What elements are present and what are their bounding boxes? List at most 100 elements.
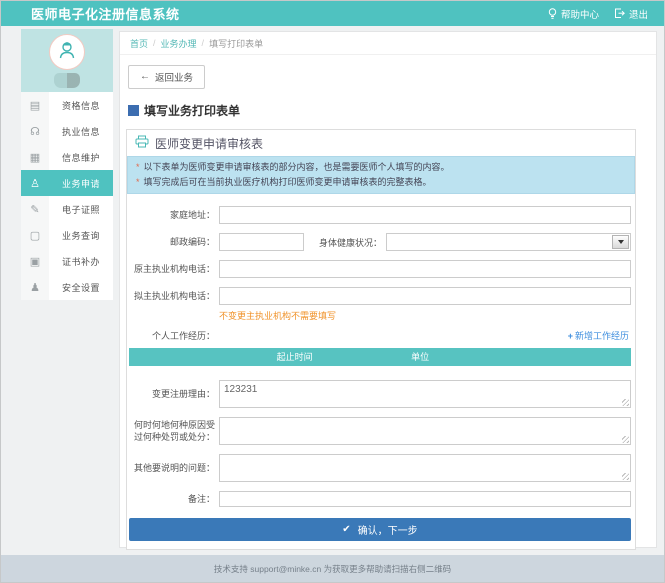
notice-line: * 填写完成后可在当前执业医疗机构打印医师变更申请审核表的完整表格。 bbox=[136, 175, 626, 190]
asterisk-icon: * bbox=[136, 175, 140, 190]
document-icon: ▤ bbox=[21, 92, 49, 118]
change-reason-label: 变更注册理由： bbox=[127, 388, 215, 400]
sidebar-item-security-settings[interactable]: ♟ 安全设置 bbox=[21, 274, 113, 300]
logout-button[interactable]: 退出 bbox=[614, 7, 648, 21]
headset-icon: ☊ bbox=[21, 118, 49, 144]
sidebar-item-business-application[interactable]: ♙ 业务申请 bbox=[21, 170, 113, 196]
clipboard-icon: ▣ bbox=[21, 248, 49, 274]
page-footer: 技术支持 support@minke.cn 为获取更多帮助请扫描右侧二维码 bbox=[1, 555, 664, 582]
column-header-period: 起止时间 bbox=[277, 348, 313, 366]
home-address-label: 家庭地址： bbox=[127, 209, 215, 221]
work-history-table-header: 起止时间 单位 bbox=[129, 348, 631, 366]
help-center-label: 帮助中心 bbox=[561, 7, 599, 21]
breadcrumb-separator: / bbox=[202, 38, 205, 48]
form-title: 医师变更申请审核表 bbox=[155, 135, 263, 152]
sidebar-item-qualification-info[interactable]: ▤ 资格信息 bbox=[21, 92, 113, 118]
doctor-avatar-icon bbox=[56, 39, 78, 66]
punishment-label: 何时何地何种原因受过何种处罚或处分： bbox=[127, 419, 215, 443]
breadcrumb-current: 填写打印表单 bbox=[209, 37, 263, 50]
main-content: 首页 / 业务办理 / 填写打印表单 ← 返回业务 填写业务打印表单 医师变更申… bbox=[119, 31, 657, 548]
dropdown-arrow-icon bbox=[612, 235, 629, 249]
breadcrumb: 首页 / 业务办理 / 填写打印表单 bbox=[120, 32, 656, 55]
change-reason-row: 变更注册理由： 123231 bbox=[127, 380, 631, 408]
sidebar-menu: ▤ 资格信息 ☊ 执业信息 ▦ 信息维护 ♙ 业务申请 ✎ 电子证照 ▢ 业务查… bbox=[21, 92, 113, 300]
form-body: 家庭地址： 邮政编码： 身体健康状况： 原主执业机构电话： 拟主执业机 bbox=[127, 194, 635, 541]
printer-icon bbox=[135, 135, 149, 151]
remark-row: 备注： bbox=[127, 491, 631, 507]
avatar-block bbox=[21, 29, 113, 92]
sidebar-item-label: 执业信息 bbox=[49, 118, 113, 144]
logout-icon bbox=[614, 8, 625, 19]
sidebar-item-e-certificate[interactable]: ✎ 电子证照 bbox=[21, 196, 113, 222]
new-org-phone-row: 拟主执业机构电话： bbox=[127, 287, 631, 305]
column-header-unit: 单位 bbox=[411, 348, 429, 366]
notice-text: 以下表单为医师变更申请审核表的部分内容，也是需要医师个人填写的内容。 bbox=[144, 160, 450, 175]
health-status-label: 身体健康状况： bbox=[304, 236, 382, 249]
other-issues-row: 其他要说明的问题： bbox=[127, 454, 631, 482]
sidebar-item-label: 业务申请 bbox=[49, 170, 113, 196]
add-work-history-link[interactable]: + 新增工作经历 bbox=[568, 329, 629, 342]
notice-text: 填写完成后可在当前执业医疗机构打印医师变更申请审核表的完整表格。 bbox=[144, 175, 432, 190]
postal-health-row: 邮政编码： 身体健康状况： bbox=[127, 233, 631, 251]
avatar-sub-thumbnail bbox=[54, 73, 80, 88]
blue-square-icon bbox=[128, 105, 139, 116]
other-issues-textarea[interactable] bbox=[219, 454, 631, 482]
lightbulb-icon bbox=[548, 8, 557, 20]
sidebar-item-certificate-reissue[interactable]: ▣ 证书补办 bbox=[21, 248, 113, 274]
logout-label: 退出 bbox=[629, 7, 648, 21]
breadcrumb-separator: / bbox=[153, 38, 156, 48]
chat-bubble-icon: ▢ bbox=[21, 222, 49, 248]
home-address-row: 家庭地址： bbox=[127, 206, 631, 224]
page-title-text: 填写业务打印表单 bbox=[144, 102, 240, 119]
punishment-textarea[interactable] bbox=[219, 417, 631, 445]
work-history-label: 个人工作经历： bbox=[127, 330, 215, 342]
sidebar-item-label: 资格信息 bbox=[49, 92, 113, 118]
new-org-phone-hint: 不变更主执业机构不需要填写 bbox=[219, 309, 336, 322]
change-application-form: 医师变更申请审核表 * 以下表单为医师变更申请审核表的部分内容，也是需要医师个人… bbox=[126, 129, 636, 550]
top-header: 医师电子化注册信息系统 帮助中心 退出 bbox=[1, 1, 664, 26]
notice-line: * 以下表单为医师变更申请审核表的部分内容，也是需要医师个人填写的内容。 bbox=[136, 160, 626, 175]
sidebar-item-practice-info[interactable]: ☊ 执业信息 bbox=[21, 118, 113, 144]
orig-org-phone-row: 原主执业机构电话： bbox=[127, 260, 631, 278]
help-center-button[interactable]: 帮助中心 bbox=[548, 7, 599, 21]
back-arrow-icon: ← bbox=[140, 72, 150, 82]
remark-input[interactable] bbox=[219, 491, 631, 507]
sidebar-item-label: 业务查询 bbox=[49, 222, 113, 248]
new-org-phone-input[interactable] bbox=[219, 287, 631, 305]
card-icon: ▦ bbox=[21, 144, 49, 170]
postal-code-label: 邮政编码： bbox=[127, 236, 215, 248]
add-work-history-label: 新增工作经历 bbox=[575, 329, 629, 342]
other-issues-label: 其他要说明的问题： bbox=[127, 462, 215, 474]
sidebar: ▤ 资格信息 ☊ 执业信息 ▦ 信息维护 ♙ 业务申请 ✎ 电子证照 ▢ 业务查… bbox=[21, 29, 113, 300]
header-actions: 帮助中心 退出 bbox=[548, 1, 648, 26]
sidebar-item-business-query[interactable]: ▢ 业务查询 bbox=[21, 222, 113, 248]
page-title: 填写业务打印表单 bbox=[128, 102, 656, 119]
orig-org-phone-label: 原主执业机构电话： bbox=[127, 263, 215, 275]
confirm-next-button[interactable]: ✔ 确认，下一步 bbox=[129, 518, 631, 541]
orig-org-phone-input[interactable] bbox=[219, 260, 631, 278]
punishment-row: 何时何地何种原因受过何种处罚或处分： bbox=[127, 417, 631, 445]
breadcrumb-home[interactable]: 首页 bbox=[130, 37, 148, 50]
home-address-input[interactable] bbox=[219, 206, 631, 224]
app-title: 医师电子化注册信息系统 bbox=[31, 4, 180, 23]
sidebar-item-label: 电子证照 bbox=[49, 196, 113, 222]
change-reason-textarea[interactable]: 123231 bbox=[219, 380, 631, 408]
postal-code-input[interactable] bbox=[219, 233, 304, 251]
plus-icon: + bbox=[568, 331, 573, 341]
sidebar-item-label: 信息维护 bbox=[49, 144, 113, 170]
change-reason-textarea-wrap: 123231 bbox=[219, 380, 631, 408]
avatar bbox=[49, 34, 85, 70]
work-history-row: 个人工作经历： + 新增工作经历 bbox=[127, 329, 631, 342]
back-to-business-button[interactable]: ← 返回业务 bbox=[128, 65, 205, 89]
health-status-select[interactable] bbox=[386, 233, 631, 251]
user-security-icon: ♟ bbox=[21, 274, 49, 300]
sidebar-item-info-maintenance[interactable]: ▦ 信息维护 bbox=[21, 144, 113, 170]
pencil-document-icon: ✎ bbox=[21, 196, 49, 222]
other-issues-textarea-wrap bbox=[219, 454, 631, 482]
new-org-phone-label: 拟主执业机构电话： bbox=[127, 290, 215, 302]
punishment-textarea-wrap bbox=[219, 417, 631, 445]
remark-label: 备注： bbox=[127, 493, 215, 505]
sidebar-item-label: 证书补办 bbox=[49, 248, 113, 274]
breadcrumb-business[interactable]: 业务办理 bbox=[161, 37, 197, 50]
checkmark-icon: ✔ bbox=[342, 524, 350, 535]
